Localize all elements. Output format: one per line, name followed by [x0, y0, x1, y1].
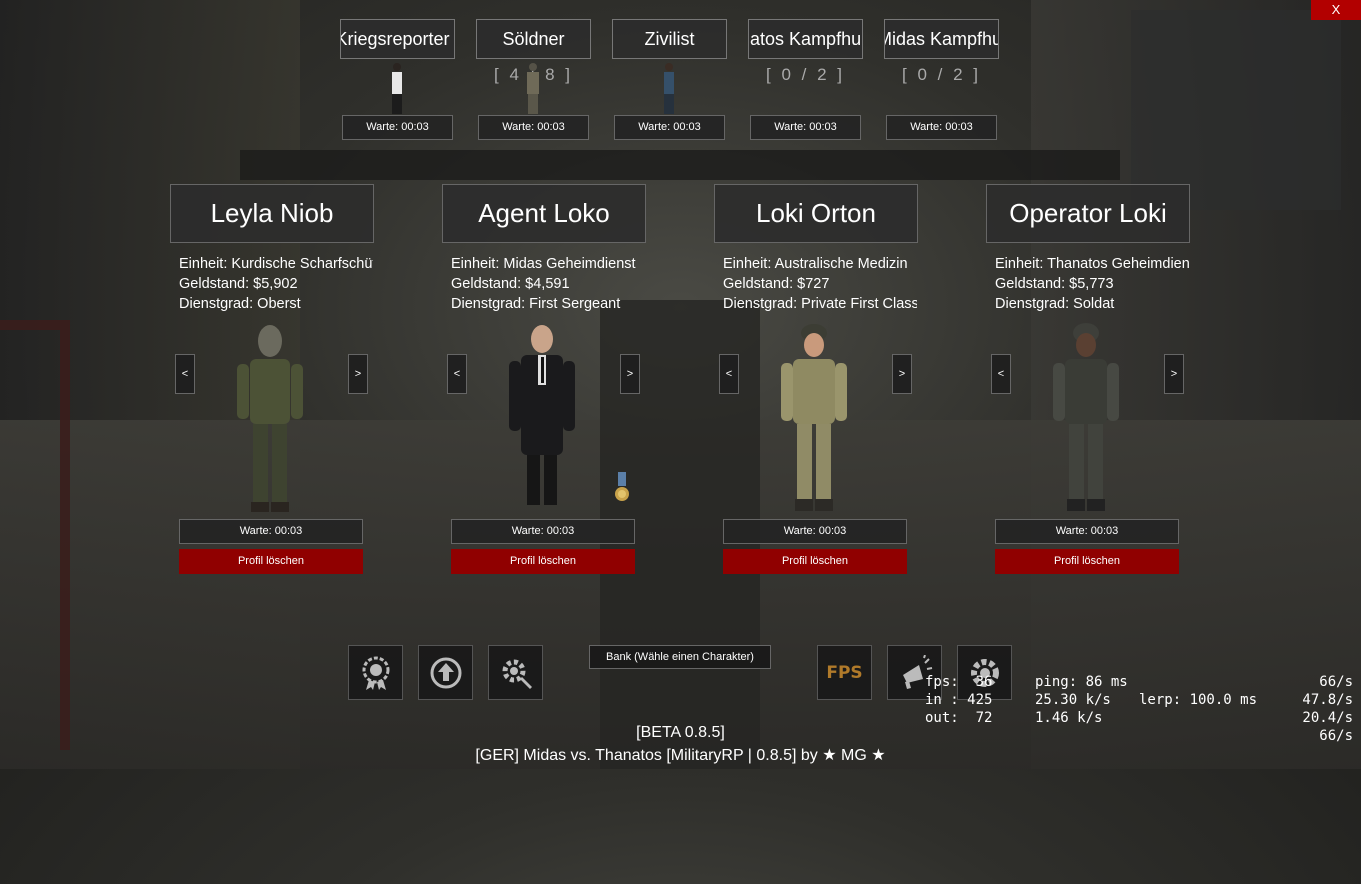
character-name[interactable]: Loki Orton [714, 184, 918, 243]
delete-profile-button[interactable]: Profil löschen [451, 549, 635, 574]
next-model-button[interactable]: > [348, 354, 368, 394]
prev-model-button[interactable]: < [991, 354, 1011, 394]
job-model-soeldner [527, 63, 539, 114]
job-tab[interactable]: Zivilist [612, 19, 727, 59]
character-info: Einheit: Midas Geheimdienst Geldstand: $… [451, 254, 645, 314]
job-wait-timer: Warte: 00:03 [886, 115, 997, 140]
job-wait-timer: Warte: 00:03 [478, 115, 589, 140]
next-model-button[interactable]: > [620, 354, 640, 394]
job-tab[interactable]: Thanatos Kampfhund [748, 19, 863, 59]
character-unit: Einheit: Kurdische Scharfschützen [179, 256, 373, 272]
character-rank: Dienstgrad: Soldat [995, 296, 1115, 312]
gear-wrench-icon [502, 659, 532, 689]
medal-icon [362, 656, 389, 690]
netgraph-ping: ping: 86 ms [1035, 674, 1128, 690]
delete-profile-button[interactable]: Profil löschen [179, 549, 363, 574]
server-version: [BETA 0.8.5] [636, 724, 725, 741]
character-info: Einheit: Kurdische Scharfschützen Geldst… [179, 254, 373, 314]
prev-model-button[interactable]: < [447, 354, 467, 394]
character-wait-timer: Warte: 00:03 [995, 519, 1179, 544]
upload-icon [430, 657, 461, 688]
job-tab[interactable]: Söldner [476, 19, 591, 59]
character-rank: Dienstgrad: Private First Class [723, 296, 917, 312]
background-railing [0, 320, 70, 750]
character-model [781, 324, 847, 511]
medal-icon [615, 472, 629, 501]
job-slots: [ 0 / 2 ] [902, 65, 981, 84]
netgraph-rate: 47.8/s [1302, 692, 1353, 708]
job-tab[interactable]: Midas Kampfhund [884, 19, 999, 59]
delete-profile-button[interactable]: Profil löschen [995, 549, 1179, 574]
close-button[interactable]: X [1311, 0, 1361, 20]
job-kriegsreporter[interactable]: Kriegsreporter Warte: 00:03 [340, 19, 455, 140]
job-wait-timer: Warte: 00:03 [750, 115, 861, 140]
tools-button[interactable] [488, 645, 543, 700]
job-midas-kampfhund[interactable]: Midas Kampfhund [ 0 / 2 ] Warte: 00:03 [884, 19, 999, 140]
background-board [1131, 10, 1341, 210]
job-tab[interactable]: Kriegsreporter [340, 19, 455, 59]
character-card-leyla-niob[interactable]: Leyla Niob Einheit: Kurdische Scharfschü… [170, 184, 390, 584]
character-money: Geldstand: $5,773 [995, 276, 1114, 292]
netgraph-in: in : 425 [925, 692, 993, 708]
character-unit: Einheit: Thanatos Geheimdienst [995, 256, 1189, 272]
job-wait-timer: Warte: 00:03 [342, 115, 453, 140]
job-slots: [ 0 / 2 ] [766, 65, 845, 84]
character-rank: Dienstgrad: First Sergeant [451, 296, 621, 312]
job-tab-label: Midas Kampfhund [885, 29, 998, 49]
character-model [237, 325, 303, 512]
character-info: Einheit: Thanatos Geheimdienst Geldstand… [995, 254, 1189, 314]
achievements-button[interactable] [348, 645, 403, 700]
fps-icon: FPS [826, 662, 863, 683]
job-tab-label: Thanatos Kampfhund [749, 29, 862, 49]
character-card-operator-loki[interactable]: Operator Loki Einheit: Thanatos Geheimdi… [986, 184, 1206, 584]
job-wait-timer: Warte: 00:03 [614, 115, 725, 140]
character-model [509, 325, 575, 505]
character-name[interactable]: Operator Loki [986, 184, 1190, 243]
next-model-button[interactable]: > [892, 354, 912, 394]
character-card-loki-orton[interactable]: Loki Orton Einheit: Australische Medizin… [714, 184, 934, 584]
bank-button[interactable]: Bank (Wähle einen Charakter) [589, 645, 771, 669]
character-money: Geldstand: $4,591 [451, 276, 570, 292]
character-model [1053, 323, 1119, 511]
job-soeldner[interactable]: Söldner [ 4 / 8 ] Warte: 00:03 [476, 19, 591, 140]
next-model-button[interactable]: > [1164, 354, 1184, 394]
netgraph-fps: fps: 36 [925, 674, 993, 690]
delete-profile-button[interactable]: Profil löschen [723, 549, 907, 574]
character-name[interactable]: Leyla Niob [170, 184, 374, 243]
character-wait-timer: Warte: 00:03 [723, 519, 907, 544]
upload-button[interactable] [418, 645, 473, 700]
job-model-kriegsreporter [392, 63, 402, 114]
character-unit: Einheit: Midas Geheimdienst [451, 256, 636, 272]
character-info: Einheit: Australische Medizin Geldstand:… [723, 254, 917, 314]
character-money: Geldstand: $727 [723, 276, 830, 292]
job-zivilist[interactable]: Zivilist Warte: 00:03 [612, 19, 727, 140]
netgraph-in-rate: 25.30 k/s [1035, 692, 1111, 708]
job-thanatos-kampfhund[interactable]: Thanatos Kampfhund [ 0 / 2 ] Warte: 00:0… [748, 19, 863, 140]
character-wait-timer: Warte: 00:03 [179, 519, 363, 544]
character-card-agent-loko[interactable]: Agent Loko Einheit: Midas Geheimdienst G… [442, 184, 662, 584]
background-ceiling [240, 150, 1120, 180]
character-money: Geldstand: $5,902 [179, 276, 298, 292]
server-name: [GER] Midas vs. Thanatos [MilitaryRP | 0… [475, 747, 886, 764]
prev-model-button[interactable]: < [175, 354, 195, 394]
job-model-zivilist [664, 63, 674, 114]
netgraph: fps: 36 ping: 86 ms 66/s in : 425 25.30 … [925, 674, 1355, 884]
character-name[interactable]: Agent Loko [442, 184, 646, 243]
netgraph-lerp: lerp: 100.0 ms [1139, 692, 1258, 708]
character-wait-timer: Warte: 00:03 [451, 519, 635, 544]
character-rank: Dienstgrad: Oberst [179, 296, 301, 312]
prev-model-button[interactable]: < [719, 354, 739, 394]
netgraph-rate: 66/s [1319, 674, 1353, 690]
fps-button[interactable]: FPS [817, 645, 872, 700]
character-unit: Einheit: Australische Medizin [723, 256, 908, 272]
